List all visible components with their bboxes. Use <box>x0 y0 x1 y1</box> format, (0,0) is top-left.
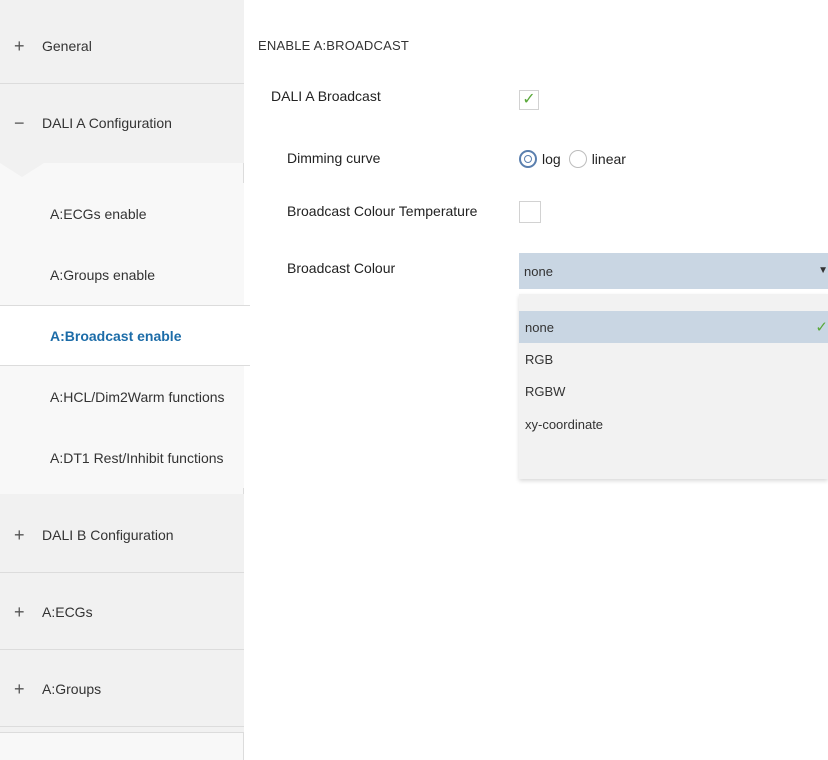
plus-icon: + <box>14 524 25 545</box>
option-label: RGB <box>525 351 554 367</box>
checkmark-icon: ✓ <box>815 319 828 336</box>
dali-a-broadcast-checkbox[interactable]: ✓ <box>519 90 539 110</box>
dimming-curve-log-radio[interactable] <box>519 150 537 168</box>
sidebar-item-a-dt1-rest-inhibit-functions[interactable]: A:DT1 Rest/Inhibit functions <box>0 427 244 488</box>
sidebar-item-label: A:HCL/Dim2Warm functions <box>50 388 225 405</box>
dimming-curve-log-label[interactable]: log <box>542 151 561 167</box>
plus-icon: + <box>14 678 25 699</box>
sidebar-item-label: DALI A Configuration <box>42 115 172 131</box>
dropdown-option-rgb[interactable]: RGB <box>519 343 828 375</box>
sidebar-item-label: A:DT1 Rest/Inhibit functions <box>50 449 224 466</box>
sidebar-item-label: A:ECGs <box>42 603 93 620</box>
plus-icon: + <box>14 35 25 56</box>
dropdown-option-rgbw[interactable]: RGBW <box>519 375 828 407</box>
dimming-curve-radio-group: log linear <box>519 148 634 170</box>
sidebar-item-a-groups[interactable]: + A:Groups <box>0 651 244 727</box>
dali-a-broadcast-label: DALI A Broadcast <box>271 88 381 104</box>
option-label: RGBW <box>525 383 566 399</box>
sidebar-item-label: A:ECGs enable <box>50 205 147 222</box>
radio-dot-icon <box>524 155 532 163</box>
dimming-curve-label: Dimming curve <box>287 150 381 166</box>
sidebar-item-label: A:Groups <box>42 680 102 697</box>
sidebar-item-a-ecgs-enable[interactable]: A:ECGs enable <box>0 183 244 244</box>
option-label: xy-coordinate <box>525 416 604 432</box>
sidebar-item-label: A:Groups enable <box>50 266 156 283</box>
plus-icon: + <box>14 601 25 622</box>
sidebar-item-general[interactable]: + General <box>0 8 244 84</box>
sidebar: + General − DALI A Configuration A:ECGs … <box>0 0 250 760</box>
checkmark-icon: ✓ <box>522 91 536 108</box>
sidebar-item-dali-b-configuration[interactable]: + DALI B Configuration <box>0 497 244 573</box>
broadcast-colour-temperature-label: Broadcast Colour Temperature <box>287 203 478 219</box>
select-value: none <box>524 263 553 279</box>
sidebar-item-a-hcl-dim2warm-functions[interactable]: A:HCL/Dim2Warm functions <box>0 366 244 427</box>
sidebar-next-item[interactable] <box>0 732 244 760</box>
option-label: none <box>525 319 554 335</box>
sidebar-item-label: General <box>42 37 92 54</box>
dimming-curve-linear-radio[interactable] <box>568 150 587 168</box>
broadcast-colour-select[interactable]: none ▼ <box>519 253 828 289</box>
sidebar-item-label: DALI B Configuration <box>42 526 174 543</box>
broadcast-colour-temperature-checkbox[interactable] <box>519 201 541 223</box>
broadcast-colour-label: Broadcast Colour <box>287 260 396 276</box>
panel-bevel <box>0 163 44 177</box>
broadcast-colour-dropdown: none ✓ RGB RGBW xy-coordinate <box>519 294 828 479</box>
sidebar-item-label: A:Broadcast enable <box>50 327 182 344</box>
section-title: ENABLE A:BROADCAST <box>258 38 409 53</box>
dropdown-option-none[interactable]: none ✓ <box>519 311 828 343</box>
chevron-down-icon[interactable]: ▼ <box>818 265 828 276</box>
dimming-curve-linear-label[interactable]: linear <box>592 151 626 167</box>
sidebar-item-a-groups-enable[interactable]: A:Groups enable <box>0 244 244 305</box>
dropdown-option-xy-coordinate[interactable]: xy-coordinate <box>519 408 828 440</box>
sidebar-item-a-broadcast-enable[interactable]: A:Broadcast enable <box>0 305 250 366</box>
sidebar-item-a-ecgs[interactable]: + A:ECGs <box>0 574 244 650</box>
sidebar-item-dali-a-configuration[interactable]: − DALI A Configuration <box>0 85 244 161</box>
minus-icon: − <box>14 113 25 133</box>
